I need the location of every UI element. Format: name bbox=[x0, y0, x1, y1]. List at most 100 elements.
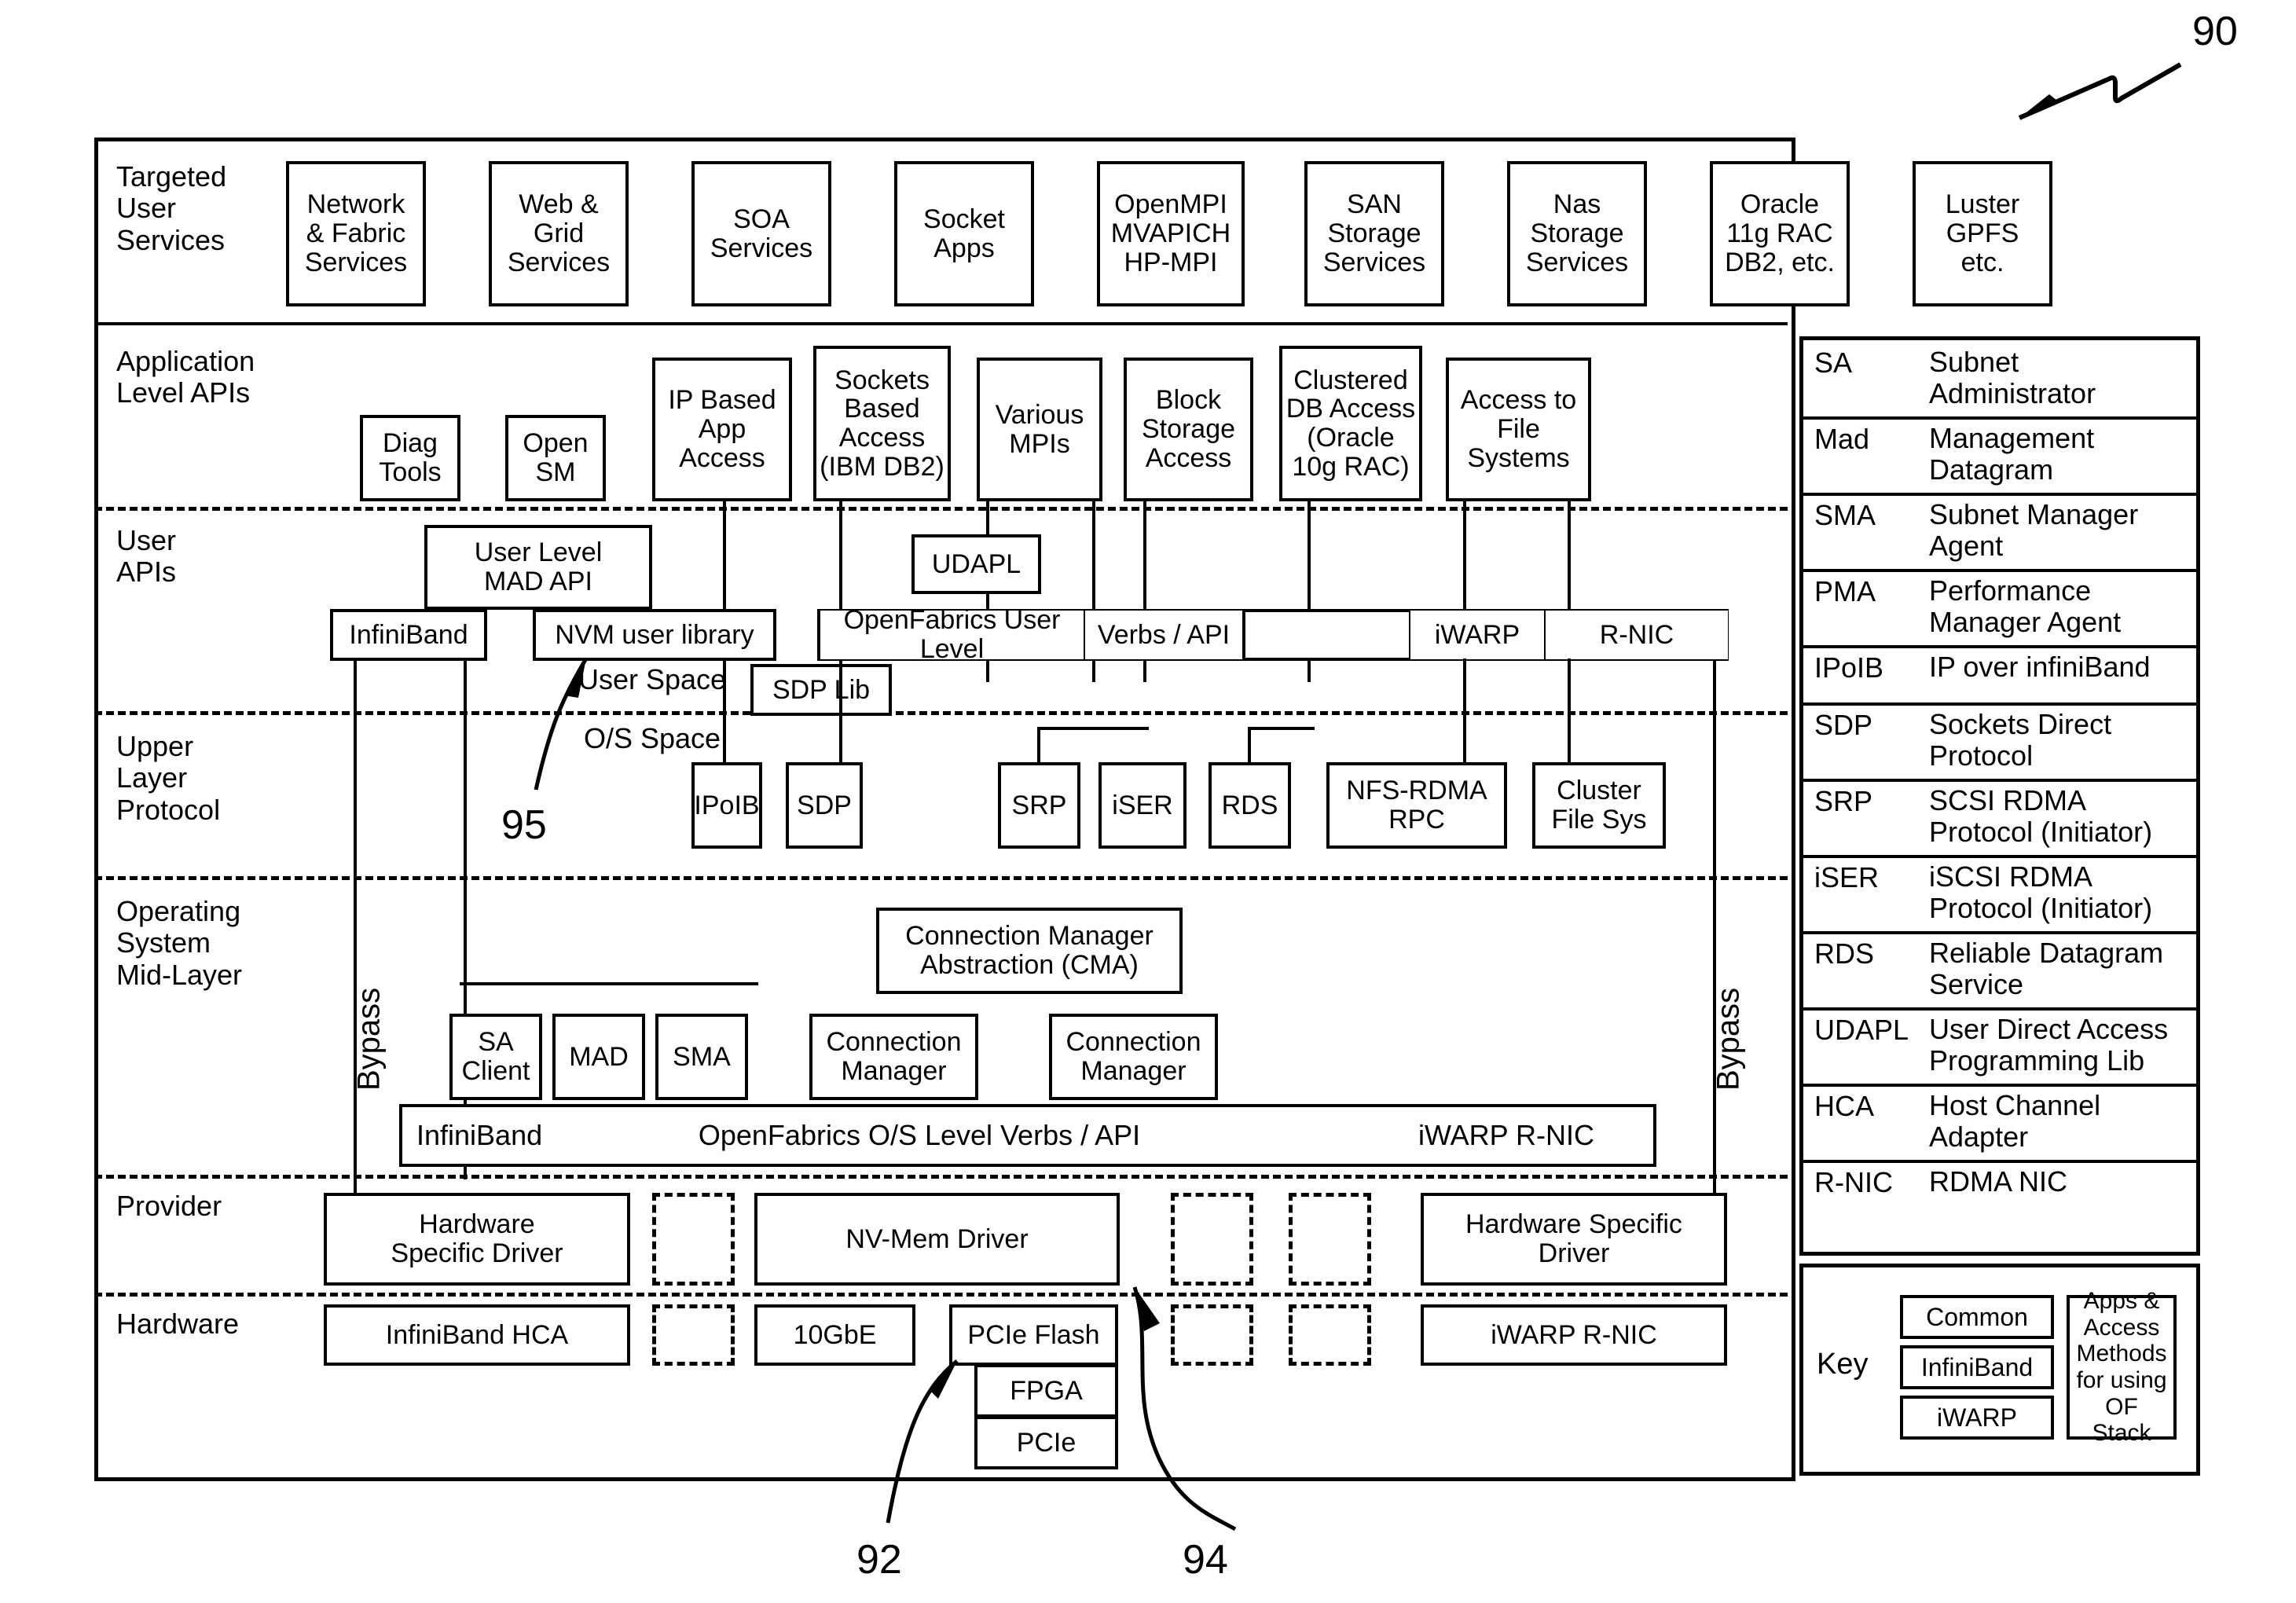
app-api-sockets-based-access[interactable]: Sockets Based Access (IBM DB2) bbox=[813, 346, 951, 501]
legend-row: iSER iSCSI RDMA Protocol (Initiator) bbox=[1803, 855, 2196, 934]
ulp-cluster-file-sys-box[interactable]: Cluster File Sys bbox=[1532, 762, 1666, 849]
mid-bracket bbox=[460, 982, 758, 985]
legend-abbr: Mad bbox=[1814, 423, 1870, 455]
elbow-srp-iser bbox=[1037, 727, 1149, 730]
key-note-box: Apps & Access Methods for using OF Stack bbox=[2067, 1288, 2177, 1446]
user-rnic-label: R-NIC bbox=[1546, 611, 1728, 659]
hardware-iwarp-rnic[interactable]: iWARP R-NIC bbox=[1421, 1304, 1727, 1366]
legend-description: Reliable Datagram Service bbox=[1929, 937, 2164, 1000]
app-api-diag-tools[interactable]: Diag Tools bbox=[360, 415, 460, 501]
legend-row: SMA Subnet Manager Agent bbox=[1803, 493, 2196, 572]
sma-box[interactable]: SMA bbox=[655, 1014, 748, 1100]
ulp-nfs-rdma-rpc-box[interactable]: NFS-RDMA RPC bbox=[1326, 762, 1507, 849]
legend-description: Subnet Administrator bbox=[1929, 346, 2096, 409]
legend-frame: SA Subnet Administrator Mad Management Data… bbox=[1799, 336, 2200, 1256]
row-label-provider: Provider bbox=[116, 1190, 222, 1222]
user-infiniband-box[interactable]: InfiniBand bbox=[330, 609, 487, 661]
ulp-rds-box[interactable]: RDS bbox=[1209, 762, 1291, 849]
sdp-lib-box[interactable]: SDP Lib bbox=[750, 664, 892, 716]
sa-client-box[interactable]: SA Client bbox=[449, 1014, 542, 1100]
row-separator-ulp bbox=[94, 876, 1788, 880]
key-title: Key bbox=[1817, 1348, 1869, 1381]
provider-left-stub bbox=[354, 1176, 357, 1195]
app-api-clustered-db-access[interactable]: Clustered DB Access (Oracle 10g RAC) bbox=[1279, 346, 1422, 501]
legend-row: SDP Sockets Direct Protocol bbox=[1803, 702, 2196, 782]
cluster-fs-drop bbox=[1568, 658, 1571, 764]
ref-90-number: 90 bbox=[2192, 9, 2238, 54]
ulp-srp-box[interactable]: SRP bbox=[998, 762, 1080, 849]
targeted-service-soa[interactable]: SOA Services bbox=[691, 161, 831, 306]
ref-94-number: 94 bbox=[1183, 1537, 1228, 1583]
ref-94-leader bbox=[1132, 1286, 1237, 1531]
legend-row: IPoIB IP over infiniBand bbox=[1803, 645, 2196, 706]
provider-hw-driver-left[interactable]: Hardware Specific Driver bbox=[324, 1193, 630, 1286]
targeted-service-san-storage[interactable]: SAN Storage Services bbox=[1304, 161, 1444, 306]
key-common-box: Common bbox=[1900, 1295, 2054, 1339]
app-api-ip-based-app-access[interactable]: IP Based App Access bbox=[652, 358, 792, 501]
divider-blank bbox=[1242, 611, 1245, 659]
key-iwarp-box: iWARP bbox=[1900, 1396, 2054, 1440]
cma-box[interactable]: Connection Manager Abstraction (CMA) bbox=[876, 908, 1183, 994]
ulp-sdp-box[interactable]: SDP bbox=[786, 762, 863, 849]
row-separator-midlayer bbox=[94, 1175, 1788, 1179]
legend-abbr: SDP bbox=[1814, 709, 1873, 741]
targeted-service-web-grid[interactable]: Web & Grid Services bbox=[489, 161, 629, 306]
targeted-service-oracle[interactable]: Oracle 11g RAC DB2, etc. bbox=[1710, 161, 1850, 306]
legend-abbr: iSER bbox=[1814, 861, 1880, 893]
connection-manager-2-box[interactable]: Connection Manager bbox=[1049, 1014, 1218, 1100]
legend-abbr: SRP bbox=[1814, 785, 1873, 817]
app-api-open-sm[interactable]: Open SM bbox=[505, 415, 606, 501]
ref-95-leader bbox=[534, 657, 589, 790]
legend-abbr: RDS bbox=[1814, 937, 1875, 970]
ref-92-number: 92 bbox=[856, 1537, 902, 1583]
targeted-service-openmpi[interactable]: OpenMPI MVAPICH HP-MPI bbox=[1097, 161, 1245, 306]
hardware-pcie[interactable]: PCIe bbox=[974, 1416, 1118, 1469]
app-api-various-mpis[interactable]: Various MPIs bbox=[977, 358, 1102, 501]
elbow-rds bbox=[1248, 727, 1315, 730]
hardware-infiniband-hca[interactable]: InfiniBand HCA bbox=[324, 1304, 630, 1366]
legend-description: Host Channel Adapter bbox=[1929, 1089, 2101, 1153]
legend-row: Mad Management Datagram bbox=[1803, 416, 2196, 496]
row-separator-app-apis bbox=[94, 507, 1788, 511]
nfs-rdma-drop bbox=[1463, 658, 1466, 764]
ulp-ipoib-box[interactable]: IPoIB bbox=[691, 762, 762, 849]
hardware-placeholder-3 bbox=[1289, 1304, 1371, 1366]
app-api-block-storage-access[interactable]: Block Storage Access bbox=[1124, 358, 1253, 501]
bypass-left-label: Bypass bbox=[351, 987, 387, 1091]
legend-abbr: PMA bbox=[1814, 575, 1876, 607]
row-label-targeted-user-services: Targeted User Services bbox=[116, 160, 227, 256]
row-label-application-level-apis: Application Level APIs bbox=[116, 345, 255, 409]
legend-row: PMA Performance Manager Agent bbox=[1803, 569, 2196, 648]
user-level-mad-api-box[interactable]: User Level MAD API bbox=[424, 525, 652, 610]
legend-abbr: R-NIC bbox=[1814, 1166, 1893, 1198]
udapl-box[interactable]: UDAPL bbox=[911, 534, 1041, 594]
row-separator-provider bbox=[94, 1293, 1788, 1297]
legend-description: SCSI RDMA Protocol (Initiator) bbox=[1929, 784, 2153, 848]
ipoib-drop bbox=[723, 661, 726, 763]
ulp-iser-box[interactable]: iSER bbox=[1098, 762, 1187, 849]
row-label-hardware: Hardware bbox=[116, 1308, 240, 1340]
targeted-service-luster-gpfs[interactable]: Luster GPFS etc. bbox=[1913, 161, 2052, 306]
hardware-fpga[interactable]: FPGA bbox=[974, 1364, 1118, 1418]
verbs-api-label: Verbs / API bbox=[1085, 611, 1242, 659]
legend-description: User Direct Access Programming Lib bbox=[1929, 1013, 2169, 1077]
mad-box[interactable]: MAD bbox=[552, 1014, 645, 1100]
provider-nv-mem-driver[interactable]: NV-Mem Driver bbox=[754, 1193, 1120, 1286]
row-label-user-apis: User APIs bbox=[116, 524, 177, 589]
sdp-drop bbox=[839, 661, 842, 763]
legend-row: R-NIC RDMA NIC bbox=[1803, 1160, 2196, 1217]
legend-description: Performance Manager Agent bbox=[1929, 574, 2122, 638]
legend-row: RDS Reliable Datagram Service bbox=[1803, 931, 2196, 1011]
targeted-service-network-fabric[interactable]: Network & Fabric Services bbox=[286, 161, 426, 306]
app-api-access-to-file-systems[interactable]: Access to File Systems bbox=[1446, 358, 1591, 501]
legend-abbr: IPoIB bbox=[1814, 651, 1884, 684]
connection-manager-1-box[interactable]: Connection Manager bbox=[809, 1014, 978, 1100]
os-bar-iwarp-rnic-label: iWARP R-NIC bbox=[1418, 1119, 1594, 1151]
provider-hw-driver-right[interactable]: Hardware Specific Driver bbox=[1421, 1193, 1727, 1286]
legend-abbr: UDAPL bbox=[1814, 1014, 1909, 1046]
targeted-service-nas-storage[interactable]: Nas Storage Services bbox=[1507, 161, 1647, 306]
targeted-service-socket-apps[interactable]: Socket Apps bbox=[894, 161, 1034, 306]
provider-placeholder-3 bbox=[1289, 1193, 1371, 1286]
legend-description: Management Datagram bbox=[1929, 422, 2095, 486]
provider-placeholder-1 bbox=[652, 1193, 735, 1286]
